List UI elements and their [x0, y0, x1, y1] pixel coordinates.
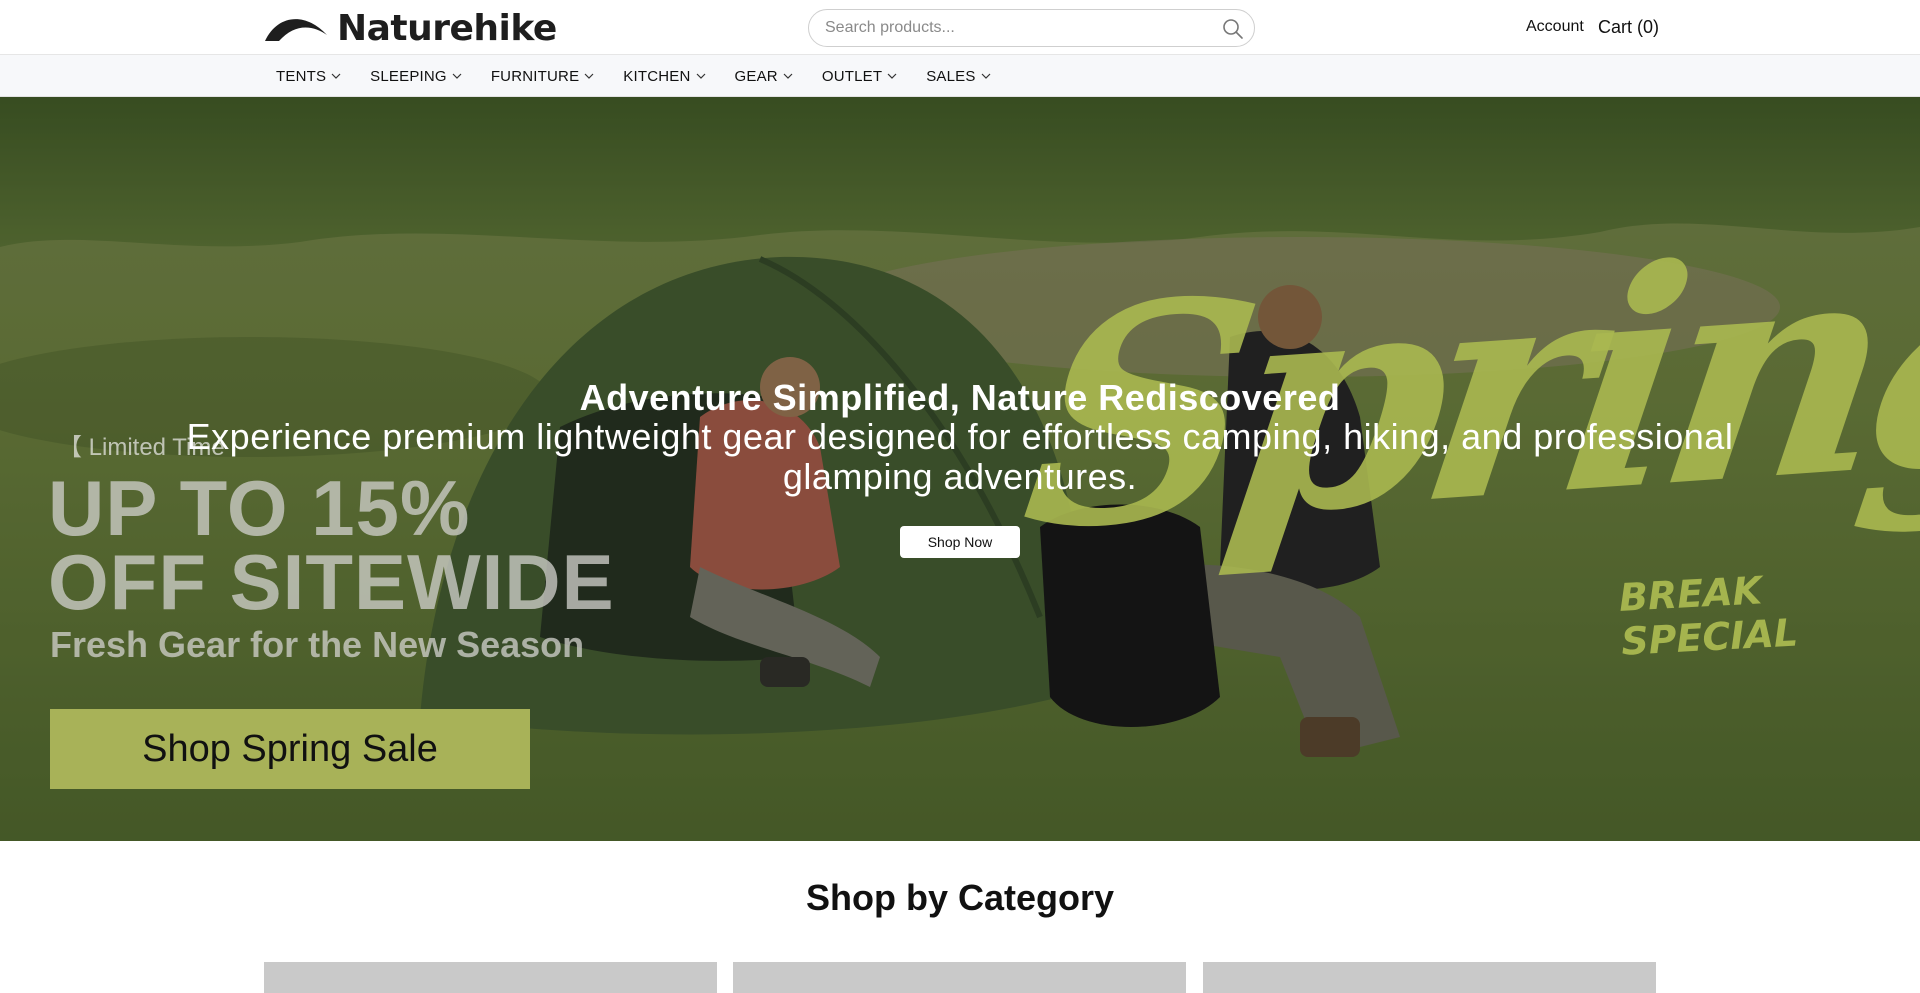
nav-item-outlet[interactable]: OUTLET	[810, 68, 909, 85]
chevron-down-icon	[331, 73, 341, 79]
chevron-down-icon	[981, 73, 991, 79]
search-input[interactable]	[825, 10, 1205, 46]
brand-logo[interactable]: Naturehike	[263, 7, 557, 49]
nav-item-sleeping[interactable]: SLEEPING	[358, 68, 474, 85]
shop-now-button[interactable]: Shop Now	[900, 526, 1020, 558]
category-card[interactable]	[1203, 962, 1656, 993]
hero-banner: 【 Limited Time UP TO 15% OFF SITEWIDE Fr…	[0, 97, 1920, 841]
chevron-down-icon	[696, 73, 705, 79]
cart-link[interactable]: Cart (0)	[1598, 17, 1659, 38]
logo-arc-icon	[265, 19, 327, 41]
chevron-down-icon	[584, 73, 594, 79]
category-section-title: Shop by Category	[805, 877, 1115, 918]
hero-title: Adventure Simplified, Nature Rediscovere…	[579, 377, 1341, 418]
nav-item-label: FURNITURE	[490, 67, 580, 85]
nav-item-kitchen[interactable]: KITCHEN	[611, 68, 717, 85]
nav-item-furniture[interactable]: FURNITURE	[479, 68, 606, 85]
nav-item-gear[interactable]: GEAR	[723, 68, 805, 85]
main-nav: TENTS SLEEPING FURNITURE KITCHEN GEAR OU…	[0, 55, 1920, 97]
category-card[interactable]	[733, 962, 1186, 993]
hero-description: Experience premium lightweight gear desi…	[186, 416, 1734, 497]
nav-item-label: OUTLET	[821, 67, 883, 85]
search-icon	[1223, 19, 1243, 39]
site-header: Naturehike Account Cart (0)	[0, 0, 1920, 55]
shop-spring-sale-button[interactable]: Shop Spring Sale	[50, 709, 530, 789]
spring-subtitle: BREAK SPECIAL	[1617, 568, 1800, 664]
chevron-down-icon	[452, 73, 462, 79]
category-card[interactable]	[264, 962, 717, 993]
account-link[interactable]: Account	[1526, 18, 1584, 36]
nav-menu: TENTS SLEEPING FURNITURE KITCHEN GEAR OU…	[264, 55, 1008, 97]
nav-item-label: SLEEPING	[370, 67, 447, 85]
chevron-down-icon	[887, 73, 897, 79]
brand-name: Naturehike	[337, 7, 557, 49]
nav-item-tents[interactable]: TENTS	[264, 68, 353, 85]
chevron-down-icon	[783, 73, 793, 79]
nav-item-label: TENTS	[276, 67, 327, 85]
promo-subline: Fresh Gear for the New Season	[50, 624, 585, 665]
nav-item-label: SALES	[926, 67, 976, 85]
nav-item-label: KITCHEN	[623, 67, 691, 85]
search-box	[808, 9, 1255, 47]
search-button[interactable]	[1222, 18, 1244, 40]
nav-item-label: GEAR	[734, 67, 778, 85]
nav-item-sales[interactable]: SALES	[914, 68, 1002, 85]
